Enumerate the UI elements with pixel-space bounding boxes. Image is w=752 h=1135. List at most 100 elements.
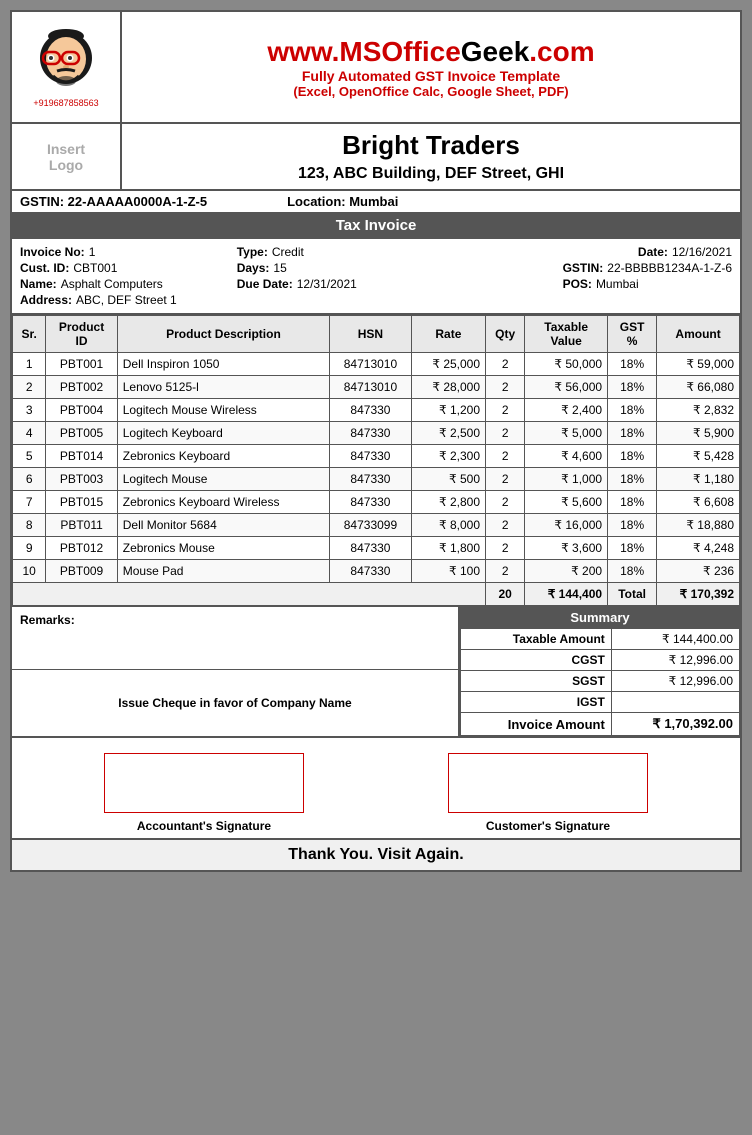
col-qty: Qty — [486, 316, 525, 353]
due-date-label: Due Date: — [237, 277, 293, 291]
cust-id-row: Cust. ID: CBT001 — [20, 261, 177, 275]
cell-hsn: 847330 — [330, 399, 412, 422]
cell-amount: ₹ 4,248 — [657, 537, 740, 560]
cell-rate: ₹ 28,000 — [411, 376, 485, 399]
col-desc: Product Description — [117, 316, 329, 353]
summary-igst-label: IGST — [461, 692, 612, 713]
cell-gst: 18% — [608, 353, 657, 376]
gstin-detail-row: GSTIN: 22-BBBBB1234A-1-Z-6 — [563, 261, 732, 275]
subtitle-line2: (Excel, OpenOffice Calc, Google Sheet, P… — [293, 84, 568, 99]
cell-taxable: ₹ 16,000 — [525, 514, 608, 537]
summary-cgst-row: CGST ₹ 12,996.00 — [461, 650, 740, 671]
table-row: 7 PBT015 Zebronics Keyboard Wireless 847… — [13, 491, 740, 514]
totals-amount: ₹ 170,392 — [657, 583, 740, 606]
cell-qty: 2 — [486, 376, 525, 399]
cell-amount: ₹ 59,000 — [657, 353, 740, 376]
summary-cgst-val: ₹ 12,996.00 — [611, 650, 739, 671]
summary-invoice-amount-label: Invoice Amount — [461, 713, 612, 736]
cell-qty: 2 — [486, 353, 525, 376]
cell-desc: Mouse Pad — [117, 560, 329, 583]
summary-sgst-label: SGST — [461, 671, 612, 692]
address-value: ABC, DEF Street 1 — [76, 293, 177, 307]
customer-signature-wrap: Customer's Signature — [448, 753, 648, 833]
cell-sr: 3 — [13, 399, 46, 422]
cell-qty: 2 — [486, 514, 525, 537]
invoice-wrapper: +919687858563 www.MSOfficeGeek.com Fully… — [10, 10, 742, 872]
cell-rate: ₹ 500 — [411, 468, 485, 491]
cell-desc: Zebronics Mouse — [117, 537, 329, 560]
cell-sr: 9 — [13, 537, 46, 560]
totals-row: 20 ₹ 144,400 Total ₹ 170,392 — [13, 583, 740, 606]
remarks-label: Remarks: — [20, 613, 75, 627]
address-row: Address: ABC, DEF Street 1 — [20, 293, 177, 307]
cell-sr: 7 — [13, 491, 46, 514]
cell-amount: ₹ 18,880 — [657, 514, 740, 537]
cell-rate: ₹ 2,800 — [411, 491, 485, 514]
gstin-detail-label: GSTIN: — [563, 261, 604, 275]
cell-rate: ₹ 1,200 — [411, 399, 485, 422]
table-row: 3 PBT004 Logitech Mouse Wireless 847330 … — [13, 399, 740, 422]
table-row: 1 PBT001 Dell Inspiron 1050 84713010 ₹ 2… — [13, 353, 740, 376]
remarks-area: Remarks: — [12, 607, 458, 670]
cell-sr: 5 — [13, 445, 46, 468]
accountant-signature-box — [104, 753, 304, 813]
col-sr: Sr. — [13, 316, 46, 353]
site-url-tld: .com — [529, 36, 594, 67]
col-hsn: HSN — [330, 316, 412, 353]
days-value: 15 — [273, 261, 286, 275]
summary-invoice-amount-val: ₹ 1,70,392.00 — [611, 713, 739, 736]
cell-pid: PBT003 — [46, 468, 117, 491]
cell-sr: 6 — [13, 468, 46, 491]
cell-hsn: 847330 — [330, 422, 412, 445]
cell-desc: Logitech Mouse Wireless — [117, 399, 329, 422]
header-title-area: www.MSOfficeGeek.com Fully Automated GST… — [122, 12, 740, 122]
phone-number: +919687858563 — [33, 98, 98, 108]
invoice-no-row: Invoice No: 1 — [20, 245, 177, 259]
customer-signature-label: Customer's Signature — [486, 819, 610, 833]
cell-gst: 18% — [608, 537, 657, 560]
cell-pid: PBT002 — [46, 376, 117, 399]
days-row: Days: 15 — [237, 261, 357, 275]
signature-section: Accountant's Signature Customer's Signat… — [12, 736, 740, 838]
bottom-section: Remarks: Issue Cheque in favor of Compan… — [12, 606, 740, 736]
site-url: www.MSOfficeGeek.com — [267, 36, 594, 68]
cell-desc: Zebronics Keyboard — [117, 445, 329, 468]
cheque-area: Issue Cheque in favor of Company Name — [12, 670, 458, 736]
cell-taxable: ₹ 1,000 — [525, 468, 608, 491]
cell-qty: 2 — [486, 537, 525, 560]
cell-amount: ₹ 66,080 — [657, 376, 740, 399]
cell-pid: PBT012 — [46, 537, 117, 560]
cell-desc: Logitech Keyboard — [117, 422, 329, 445]
name-value: Asphalt Computers — [61, 277, 163, 291]
invoice-details: Invoice No: 1 Cust. ID: CBT001 Name: Asp… — [12, 239, 740, 315]
cell-pid: PBT015 — [46, 491, 117, 514]
cell-hsn: 847330 — [330, 537, 412, 560]
cell-pid: PBT005 — [46, 422, 117, 445]
date-row: Date: 12/16/2021 — [563, 245, 732, 259]
cell-desc: Dell Monitor 5684 — [117, 514, 329, 537]
cell-amount: ₹ 6,608 — [657, 491, 740, 514]
cell-qty: 2 — [486, 468, 525, 491]
cell-hsn: 847330 — [330, 491, 412, 514]
cell-rate: ₹ 8,000 — [411, 514, 485, 537]
cell-desc: Dell Inspiron 1050 — [117, 353, 329, 376]
name-label: Name: — [20, 277, 57, 291]
summary-igst-row: IGST — [461, 692, 740, 713]
table-row: 4 PBT005 Logitech Keyboard 847330 ₹ 2,50… — [13, 422, 740, 445]
summary-section: Summary Taxable Amount ₹ 144,400.00 CGST… — [460, 607, 740, 736]
cell-qty: 2 — [486, 422, 525, 445]
cell-sr: 4 — [13, 422, 46, 445]
summary-taxable-val: ₹ 144,400.00 — [611, 629, 739, 650]
cell-taxable: ₹ 50,000 — [525, 353, 608, 376]
table-row: 5 PBT014 Zebronics Keyboard 847330 ₹ 2,3… — [13, 445, 740, 468]
cell-taxable: ₹ 200 — [525, 560, 608, 583]
gstin-number: GSTIN: 22-AAAAA0000A-1-Z-5 — [20, 194, 207, 209]
type-value: Credit — [272, 245, 304, 259]
type-row: Type: Credit — [237, 245, 357, 259]
thankyou-bar: Thank You. Visit Again. — [12, 838, 740, 870]
subtitle-line1: Fully Automated GST Invoice Template — [302, 68, 560, 84]
cell-desc: Lenovo 5125-l — [117, 376, 329, 399]
cell-amount: ₹ 5,428 — [657, 445, 740, 468]
cell-gst: 18% — [608, 422, 657, 445]
table-row: 9 PBT012 Zebronics Mouse 847330 ₹ 1,800 … — [13, 537, 740, 560]
